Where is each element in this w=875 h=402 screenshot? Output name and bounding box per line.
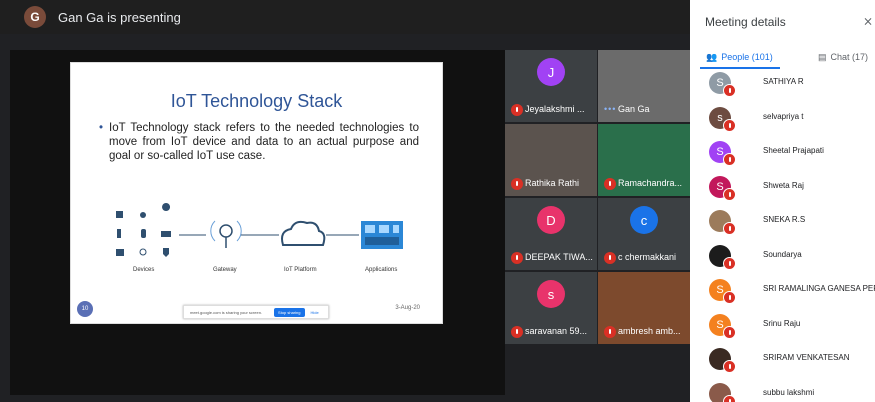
participant-tile[interactable]: D DEEPAK TIWA... (505, 198, 597, 270)
shared-slide: IoT Technology Stack IoT Technology stac… (70, 62, 443, 324)
participant-tile[interactable]: J Jeyalakshmi ... (505, 50, 597, 122)
mic-off-icon (511, 178, 523, 190)
presenter-avatar: G (24, 6, 46, 28)
tab-chat-label: Chat (17) (830, 52, 869, 62)
person-name: SRIRAM VENKATESAN (763, 353, 850, 362)
tab-people-label: People (101) (721, 52, 773, 62)
participant-avatar: D (537, 206, 565, 234)
mic-off-icon (723, 256, 736, 270)
participant-grid: J Jeyalakshmi ... ••• Gan Ga Rathika Rathi Ra… (505, 50, 690, 345)
list-item[interactable]: S Srinu Raju (690, 310, 875, 340)
participant-tile[interactable]: ambresh amb... (598, 272, 690, 344)
applications-label: Applications (365, 267, 398, 273)
mic-off-icon (723, 291, 736, 304)
person-name: Soundarya (763, 249, 802, 259)
participant-avatar: c (630, 206, 658, 234)
person-name: Shweta Raj (763, 180, 804, 190)
slide-page-number: 10 (77, 301, 93, 317)
participant-name: Gan Ga (618, 104, 650, 114)
meeting-details-panel: Meeting details ⨯ 👥 People (101) ▤ Chat … (690, 0, 875, 402)
list-item[interactable]: Soundarya (690, 241, 875, 271)
list-item[interactable]: S SRI RAMALINGA GANESA PER (690, 275, 875, 305)
mic-off-icon (604, 252, 616, 264)
mic-off-icon (723, 187, 736, 201)
person-name: SNEKA R.S (763, 215, 806, 224)
participant-name: ambresh amb... (618, 326, 681, 336)
participant-tile[interactable]: c c chermakkani (598, 198, 690, 270)
person-name: Srinu Raju (763, 318, 801, 328)
participant-avatar: s (537, 280, 565, 308)
presenter-status: Gan Ga is presenting (58, 9, 181, 25)
participant-name: Jeyalakshmi ... (525, 104, 585, 114)
participant-avatar (630, 280, 658, 308)
gateway-label: Gateway (213, 267, 237, 273)
person-name: SATHIYA R (763, 77, 804, 86)
mic-off-icon (723, 222, 736, 235)
participant-avatar (537, 132, 565, 160)
person-name: SRI RAMALINGA GANESA PER (763, 284, 875, 293)
iot-stack-diagram: Devices Gateway IoT Platform Application… (111, 203, 411, 278)
people-icon: 👥 (706, 51, 718, 62)
presenter-bar: G Gan Ga is presenting (0, 0, 690, 34)
list-item[interactable]: subbu lakshmi (690, 379, 875, 402)
person-name: subbu lakshmi (763, 387, 815, 397)
slide-title: IoT Technology Stack (170, 91, 343, 111)
participant-name: c chermakkani (618, 252, 677, 262)
slide-date: 3-Aug-20 (395, 305, 420, 311)
hide-button[interactable]: Hide (311, 310, 319, 315)
person-name: Sheetal Prajapati (763, 146, 824, 155)
mic-off-icon (604, 178, 616, 190)
list-item[interactable]: s selvapriya t (690, 103, 875, 133)
participant-tile[interactable]: s saravanan 59... (505, 272, 597, 344)
people-list[interactable]: S SATHIYA R s selvapriya t S Sheetal Prajapat… (690, 68, 875, 402)
participant-avatar (630, 132, 658, 160)
platform-label: IoT Platform (284, 267, 317, 273)
slide-bullet: IoT Technology stack refers to the neede… (99, 121, 419, 163)
speaking-indicator-icon: ••• (604, 104, 617, 114)
participant-tile[interactable]: Ramachandra... (598, 124, 690, 196)
mic-off-icon (604, 326, 616, 338)
meet-window: G Gan Ga is presenting IoT Technology St… (0, 0, 875, 402)
share-bar-text: meet.google.com is sharing your screen. (190, 309, 263, 315)
mic-off-icon (723, 394, 736, 402)
close-panel-icon[interactable]: ⨯ (863, 14, 873, 28)
participant-avatar: J (537, 58, 565, 86)
participant-avatar (630, 58, 658, 86)
list-item[interactable]: S Sheetal Prajapati (690, 137, 875, 167)
mic-off-icon (723, 325, 736, 339)
participant-name: Ramachandra... (618, 178, 683, 188)
participant-tile[interactable]: ••• Gan Ga (598, 50, 690, 122)
list-item[interactable]: S SATHIYA R (690, 68, 875, 98)
chat-icon: ▤ (818, 51, 827, 62)
mic-off-icon (511, 326, 523, 338)
list-item[interactable]: S Shweta Raj (690, 172, 875, 202)
mic-off-icon (723, 118, 736, 132)
mic-off-icon (723, 153, 736, 166)
list-item[interactable]: SRIRAM VENKATESAN (690, 344, 875, 374)
participant-name: Rathika Rathi (525, 178, 580, 188)
mic-off-icon (723, 360, 736, 373)
participant-name: DEEPAK TIWA... (525, 252, 593, 262)
devices-label: Devices (133, 267, 155, 273)
mic-off-icon (511, 104, 523, 116)
participant-tile[interactable]: Rathika Rathi (505, 124, 597, 196)
participant-name: saravanan 59... (525, 326, 588, 336)
tab-people[interactable]: 👥 People (101) (706, 48, 773, 66)
panel-title: Meeting details (705, 15, 786, 29)
screen-share-bar: meet.google.com is sharing your screen. … (183, 305, 329, 319)
person-name: selvapriya t (763, 111, 804, 121)
presentation-stage[interactable]: IoT Technology Stack IoT Technology stac… (10, 50, 505, 395)
slide-footer: 10 meet.google.com is sharing your scree… (71, 297, 442, 323)
mic-off-icon (723, 84, 736, 97)
list-item[interactable]: SNEKA R.S (690, 206, 875, 236)
tab-chat[interactable]: ▤ Chat (17) (818, 48, 868, 66)
stop-sharing-button[interactable]: Stop sharing (274, 307, 305, 317)
mic-off-icon (511, 252, 523, 264)
